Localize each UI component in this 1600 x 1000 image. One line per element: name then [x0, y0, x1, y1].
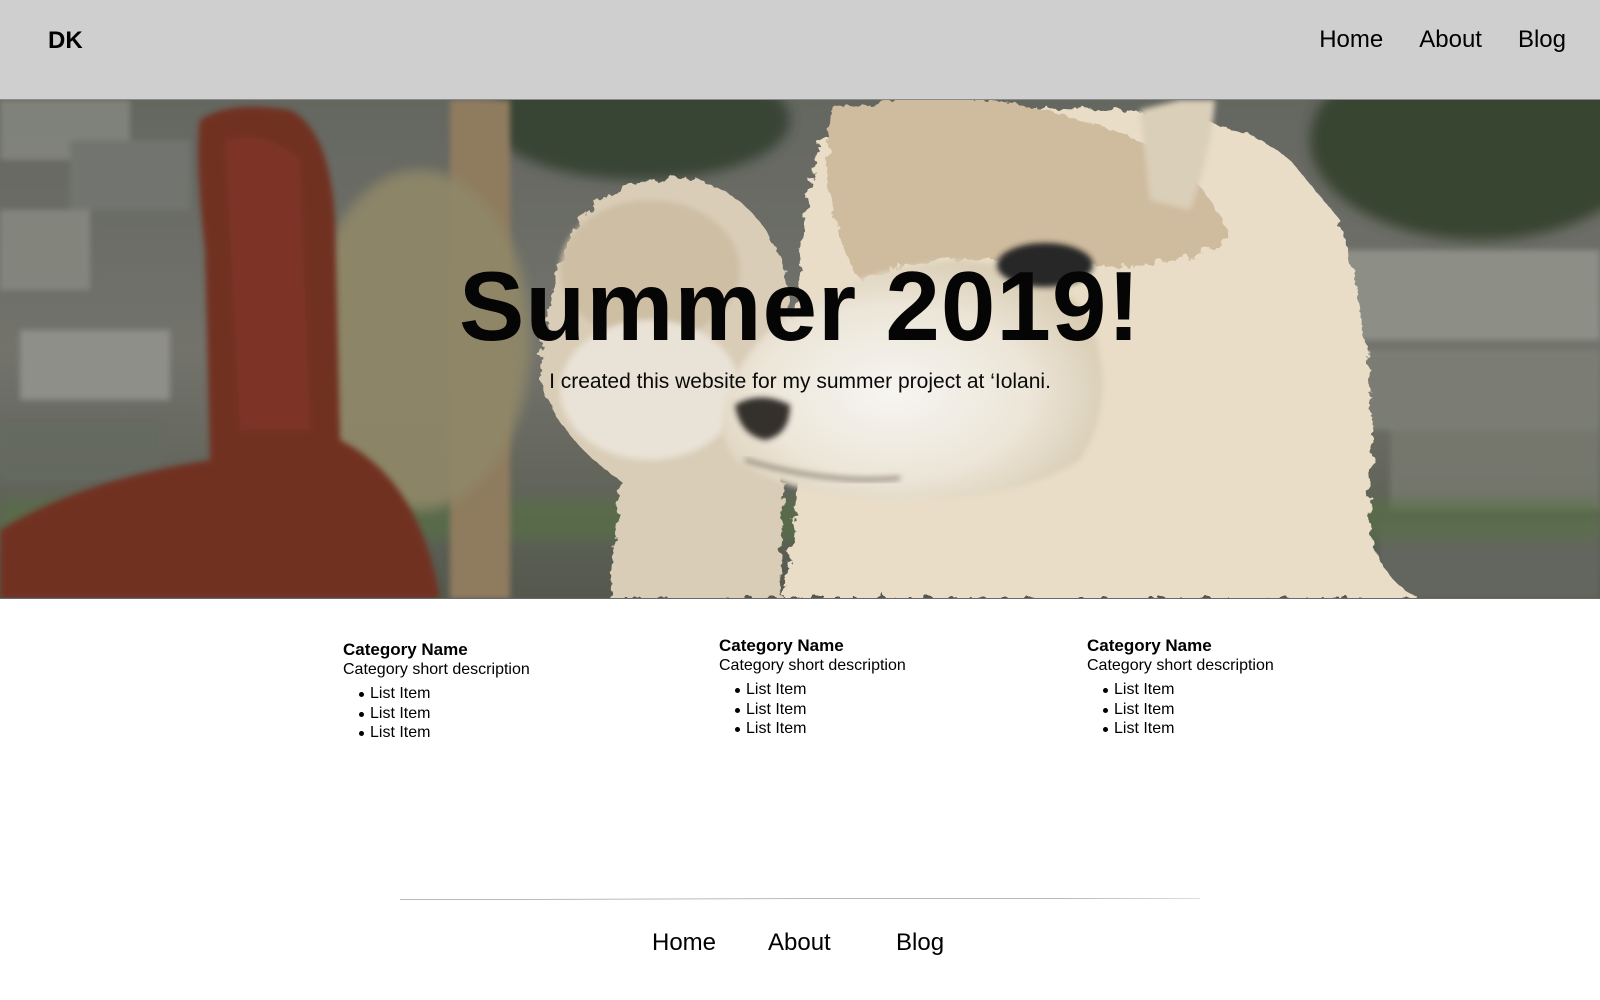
category-name: Category Name — [719, 636, 844, 655]
category-list: List Item List Item List Item — [1103, 680, 1387, 739]
category-name: Category Name — [1087, 636, 1212, 655]
hero-subtitle: I created this website for my summer pro… — [549, 370, 1051, 393]
list-item: List Item — [1103, 719, 1387, 739]
site-logo[interactable]: DK — [48, 27, 83, 55]
nav-link-blog[interactable]: Blog — [1518, 26, 1566, 54]
category-list: List Item List Item List Item — [735, 680, 1019, 739]
list-item: List Item — [359, 684, 643, 704]
footer-link-home[interactable]: Home — [652, 929, 716, 957]
hero-title: Summer 2019! — [458, 251, 1142, 361]
footer-link-blog[interactable]: Blog — [896, 929, 944, 957]
list-item: List Item — [359, 704, 643, 724]
list-item: List Item — [735, 719, 1019, 739]
category-card: Category Name Category short description… — [719, 636, 1019, 739]
top-navigation-bar: DK Home About Blog — [0, 0, 1600, 100]
nav-link-about[interactable]: About — [1419, 26, 1482, 54]
category-description: Category short description — [719, 657, 906, 674]
nav-link-home[interactable]: Home — [1319, 26, 1383, 54]
list-item: List Item — [1103, 700, 1387, 720]
footer-divider — [399, 898, 1201, 900]
list-item: List Item — [359, 723, 643, 743]
category-description: Category short description — [1087, 657, 1274, 674]
category-name: Category Name — [343, 640, 468, 659]
list-item: List Item — [1103, 680, 1387, 700]
category-card: Category Name Category short description… — [343, 640, 643, 743]
category-description: Category short description — [343, 661, 530, 678]
footer-link-about[interactable]: About — [768, 929, 831, 957]
list-item: List Item — [735, 680, 1019, 700]
hero-banner: Summer 2019! I created this website for … — [0, 100, 1600, 599]
list-item: List Item — [735, 700, 1019, 720]
category-list: List Item List Item List Item — [359, 684, 643, 743]
top-nav: Home About Blog — [1283, 26, 1566, 54]
category-card: Category Name Category short description… — [1087, 636, 1387, 739]
